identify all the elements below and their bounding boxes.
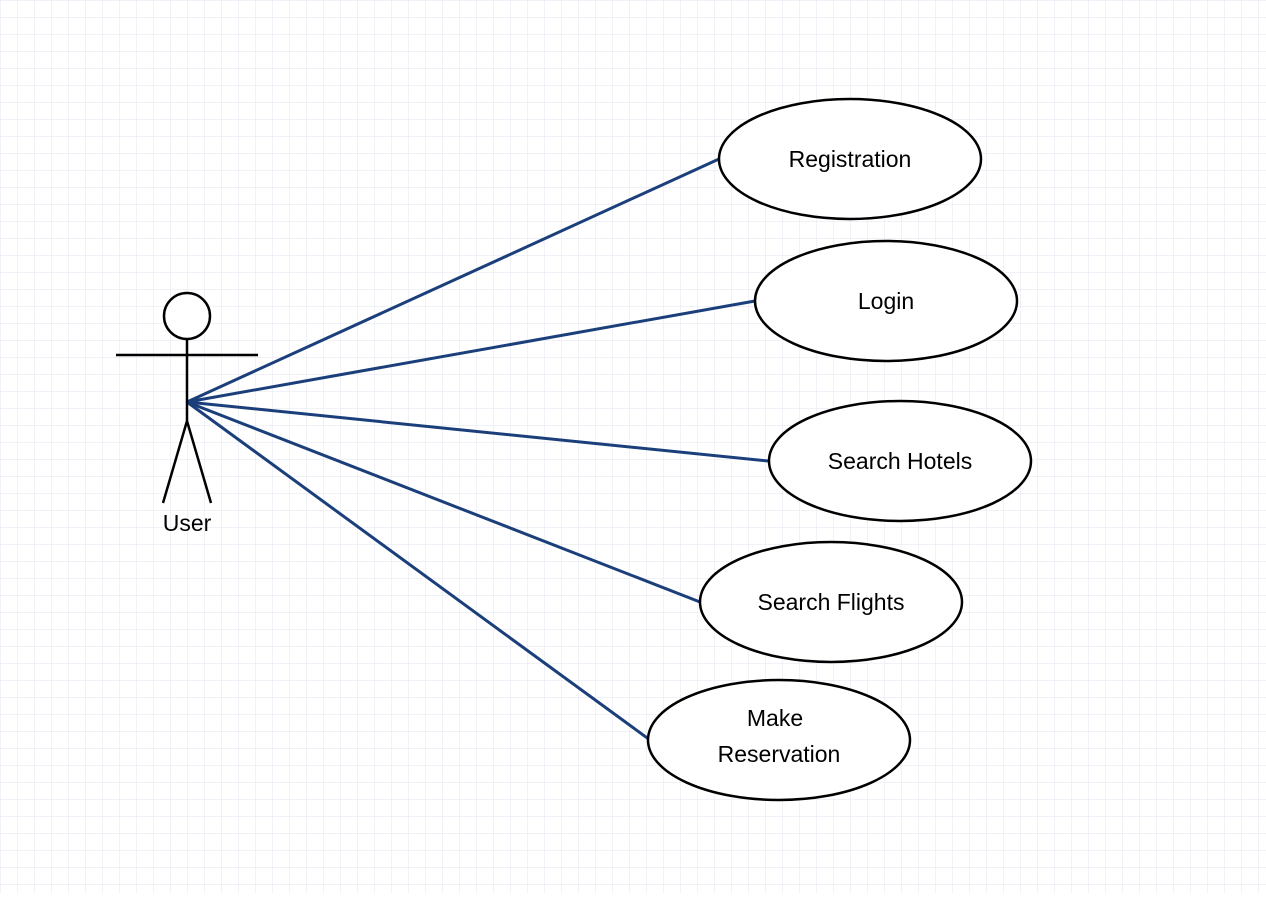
use-case-search-hotels[interactable]: Search Hotels (767, 399, 1033, 523)
use-case-label: Login (858, 288, 914, 314)
use-case-label-line-1: Make (747, 705, 803, 731)
use-case-label-line-2: Reservation (718, 741, 841, 767)
use-case-label: Search Hotels (828, 448, 972, 474)
use-case-ellipse (646, 678, 912, 802)
diagram-canvas: User Registration Login Search Hotels Se… (0, 0, 1266, 893)
use-case-label: Search Flights (757, 589, 904, 615)
use-case-login[interactable]: Login (753, 239, 1019, 363)
actor-head (162, 291, 212, 341)
actor-label: User (163, 510, 212, 536)
use-case-search-flights[interactable]: Search Flights (698, 540, 964, 664)
use-case-registration[interactable]: Registration (717, 97, 983, 221)
use-case-label: Registration (789, 146, 912, 172)
use-case-diagram: User Registration Login Search Hotels Se… (0, 0, 1266, 893)
use-case-make-reservation[interactable]: Make Reservation (646, 678, 912, 802)
